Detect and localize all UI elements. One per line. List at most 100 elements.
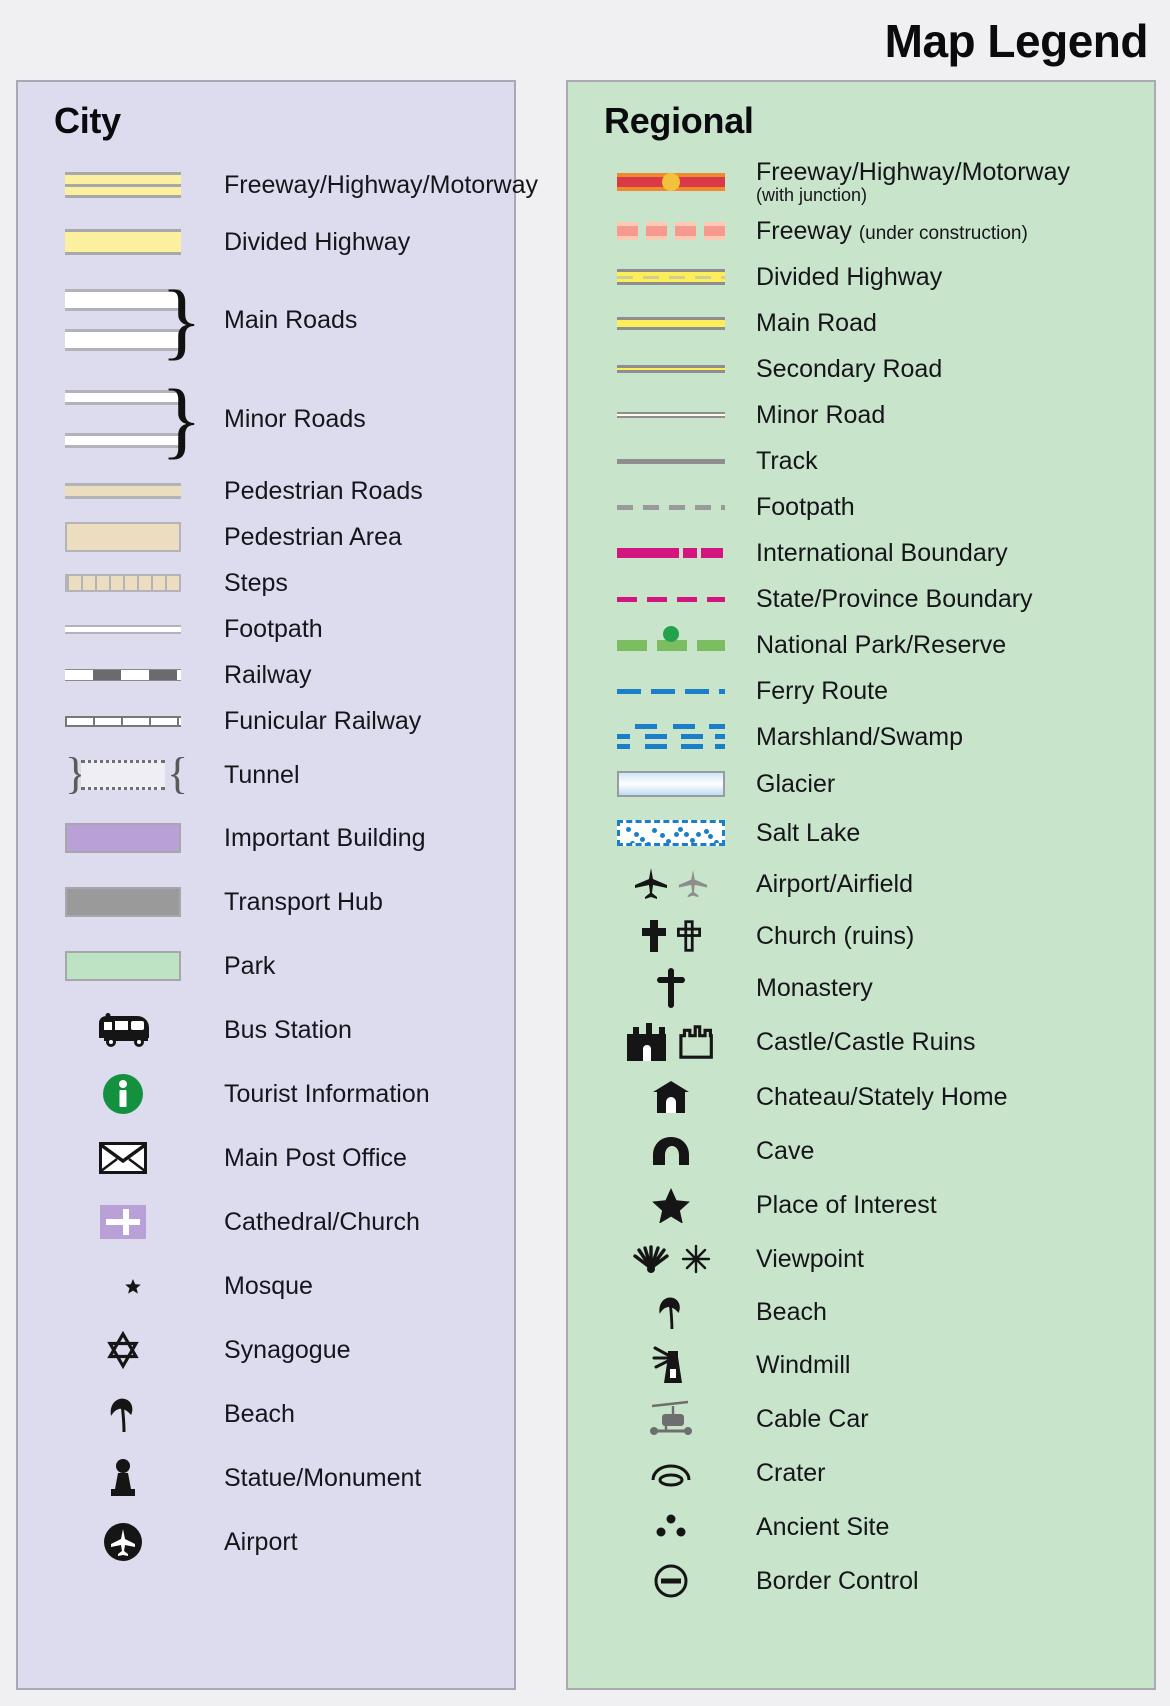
legend-label: Church (ruins) — [756, 921, 915, 950]
legend-item-place-of-interest[interactable]: Place of Interest — [568, 1178, 1154, 1232]
legend-item-main-roads-city[interactable]: } Main Roads — [18, 270, 514, 370]
legend-item-funicular-city[interactable]: Funicular Railway — [18, 698, 514, 744]
legend-item-minor-roads-city[interactable]: } Minor Roads — [18, 370, 514, 468]
legend-item-minor-road-regional[interactable]: Minor Road — [568, 392, 1154, 438]
legend-label: Bus Station — [224, 1015, 352, 1044]
legend-item-bus-station[interactable]: Bus Station — [18, 998, 514, 1062]
legend-label: Secondary Road — [756, 354, 943, 383]
legend-label: Chateau/Stately Home — [756, 1082, 1008, 1111]
legend-item-synagogue[interactable]: Synagogue — [18, 1318, 514, 1382]
legend-label: Ferry Route — [756, 676, 888, 705]
legend-item-divided-highway-city[interactable]: Divided Highway — [18, 214, 514, 270]
legend-item-border-control[interactable]: Border Control — [568, 1554, 1154, 1608]
legend-item-church-ruins[interactable]: Church (ruins) — [568, 910, 1154, 962]
legend-item-viewpoint[interactable]: Viewpoint — [568, 1232, 1154, 1286]
ferry-route-symbol — [606, 688, 736, 694]
legend-item-crater[interactable]: Crater — [568, 1446, 1154, 1500]
legend-item-pedestrian-road-city[interactable]: Pedestrian Roads — [18, 468, 514, 514]
legend-item-ferry-route[interactable]: Ferry Route — [568, 668, 1154, 714]
legend-item-airport-city[interactable]: Airport — [18, 1510, 514, 1574]
legend-item-airport-airfield[interactable]: Airport/Airfield — [568, 858, 1154, 910]
airplane-icon — [606, 867, 736, 901]
pedestrian-road-city-symbol — [48, 483, 198, 499]
legend-item-pedestrian-area-city[interactable]: Pedestrian Area — [18, 514, 514, 560]
legend-label: Divided Highway — [224, 227, 411, 256]
legend-item-state-boundary[interactable]: State/Province Boundary — [568, 576, 1154, 622]
legend-item-monastery[interactable]: Monastery — [568, 962, 1154, 1014]
legend-item-railway-city[interactable]: Railway — [18, 652, 514, 698]
legend-item-main-post-office[interactable]: Main Post Office — [18, 1126, 514, 1190]
legend-item-cave[interactable]: Cave — [568, 1124, 1154, 1178]
legend-item-park[interactable]: Park — [18, 934, 514, 998]
brace-icon: } — [160, 272, 202, 368]
legend-item-statue-monument[interactable]: Statue/Monument — [18, 1446, 514, 1510]
legend-item-tourist-information[interactable]: Tourist Information — [18, 1062, 514, 1126]
legend-label: Funicular Railway — [224, 706, 422, 735]
legend-item-freeway-junction[interactable]: Freeway/Highway/Motorway (with junction) — [568, 156, 1154, 208]
chateau-icon — [606, 1080, 736, 1114]
legend-item-marshland[interactable]: Marshland/Swamp — [568, 714, 1154, 760]
legend-label: International Boundary — [756, 538, 1008, 567]
windmill-icon — [606, 1345, 736, 1385]
legend-item-footpath-city[interactable]: Footpath — [18, 606, 514, 652]
legend-item-cable-car[interactable]: Cable Car — [568, 1392, 1154, 1446]
legend-item-freeway-city[interactable]: Freeway/Highway/Motorway — [18, 156, 538, 214]
regional-legend-rows: Freeway/Highway/Motorway (with junction)… — [568, 156, 1154, 1608]
legend-label: Airport/Airfield — [756, 869, 913, 898]
legend-item-beach-city[interactable]: Beach — [18, 1382, 514, 1446]
legend-item-tunnel-city[interactable]: } { Tunnel — [18, 744, 514, 806]
legend-label: Minor Road — [756, 400, 886, 429]
legend-label-main: Freeway — [756, 216, 852, 245]
beach-umbrella-icon — [606, 1293, 736, 1331]
legend-item-castle[interactable]: Castle/Castle Ruins — [568, 1014, 1154, 1070]
legend-item-steps-city[interactable]: Steps — [18, 560, 514, 606]
legend-item-main-road-regional[interactable]: Main Road — [568, 300, 1154, 346]
footpath-city-symbol — [48, 624, 198, 634]
transport-hub-swatch — [48, 887, 198, 917]
legend-label: Railway — [224, 660, 312, 689]
information-icon — [48, 1073, 198, 1115]
important-building-swatch — [48, 823, 198, 853]
legend-item-cathedral-church[interactable]: Cathedral/Church — [18, 1190, 514, 1254]
castle-icon — [606, 1023, 736, 1061]
city-legend-panel: City Freeway/Highway/Motorway Divided Hi… — [16, 80, 538, 1690]
legend-label: Freeway/Highway/Motorway (with junction) — [756, 159, 1070, 205]
legend-item-divided-highway-regional[interactable]: Divided Highway — [568, 254, 1154, 300]
legend-item-secondary-road-regional[interactable]: Secondary Road — [568, 346, 1154, 392]
legend-label: Cathedral/Church — [224, 1207, 420, 1236]
legend-item-ancient-site[interactable]: Ancient Site — [568, 1500, 1154, 1554]
cable-car-icon — [606, 1400, 736, 1438]
legend-item-national-park[interactable]: National Park/Reserve — [568, 622, 1154, 668]
ancient-site-icon — [606, 1514, 736, 1540]
legend-item-footpath-regional[interactable]: Footpath — [568, 484, 1154, 530]
legend-item-international-boundary[interactable]: International Boundary — [568, 530, 1154, 576]
legend-item-chateau[interactable]: Chateau/Stately Home — [568, 1070, 1154, 1124]
divided-highway-regional-symbol — [606, 269, 736, 285]
legend-item-glacier[interactable]: Glacier — [568, 760, 1154, 808]
divided-highway-city-symbol — [48, 229, 198, 255]
legend-item-track-regional[interactable]: Track — [568, 438, 1154, 484]
legend-item-beach-regional[interactable]: Beach — [568, 1286, 1154, 1338]
legend-item-salt-lake[interactable]: Salt Lake — [568, 808, 1154, 858]
legend-item-important-building[interactable]: Important Building — [18, 806, 514, 870]
legend-label: Footpath — [756, 492, 855, 521]
brace-icon: } — [160, 371, 202, 467]
legend-item-mosque[interactable]: Mosque — [18, 1254, 514, 1318]
legend-item-windmill[interactable]: Windmill — [568, 1338, 1154, 1392]
crescent-star-icon — [48, 1267, 198, 1305]
funicular-city-symbol — [48, 715, 198, 727]
legend-label: Border Control — [756, 1566, 919, 1595]
legend-label: Important Building — [224, 823, 426, 852]
legend-item-freeway-under-construction[interactable]: Freeway (under construction) — [568, 208, 1154, 254]
tunnel-city-symbol: } { — [48, 752, 198, 796]
minor-road-regional-symbol — [606, 412, 736, 418]
legend-item-transport-hub[interactable]: Transport Hub — [18, 870, 514, 934]
marshland-symbol — [606, 723, 736, 751]
pedestrian-area-city-symbol — [48, 522, 198, 552]
legend-label: Mosque — [224, 1271, 313, 1300]
legend-label: Track — [756, 446, 818, 475]
viewpoint-icon — [606, 1244, 736, 1274]
cave-icon — [606, 1135, 736, 1167]
cathedral-cross-icon — [48, 1205, 198, 1239]
legend-label: Cave — [756, 1136, 815, 1165]
